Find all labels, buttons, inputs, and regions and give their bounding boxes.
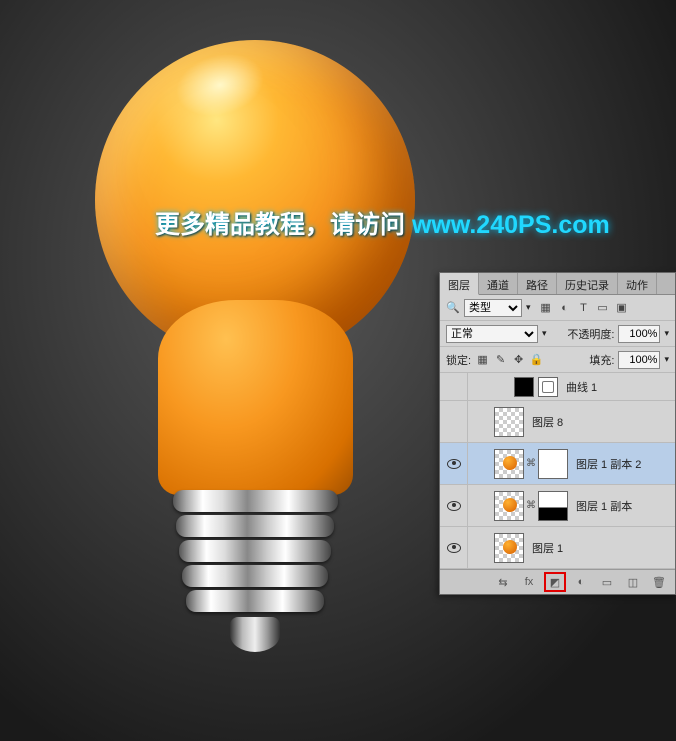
search-icon: 🔍 (446, 301, 460, 315)
visibility-toggle[interactable] (440, 373, 468, 400)
watermark-cn: 更多精品教程，请访问 (155, 211, 412, 239)
eye-icon (447, 543, 461, 553)
layer-mask-thumb[interactable] (538, 449, 568, 479)
layer-thumb[interactable] (494, 449, 524, 479)
filter-shape-icon[interactable]: ▭ (596, 301, 610, 315)
layer-name[interactable]: 曲线 1 (566, 379, 597, 395)
bulb-neck (158, 300, 353, 495)
filter-pixel-icon[interactable]: ▦ (539, 301, 553, 315)
bulb-screw-cap (173, 490, 338, 660)
layers-panel: 图层 通道 路径 历史记录 动作 🔍 类型 ▾ ▦ ◐ T ▭ ▣ 正常 (439, 272, 676, 595)
lock-all-icon[interactable]: 🔒 (529, 353, 544, 367)
tab-channels[interactable]: 通道 (479, 273, 518, 294)
add-mask-icon[interactable]: ◩ (547, 575, 563, 589)
stepper-icon[interactable]: ▾ (664, 354, 669, 365)
trash-icon[interactable]: 🗑 (651, 575, 667, 589)
visibility-toggle[interactable] (440, 485, 468, 526)
layer-row[interactable]: ⌘ 图层 1 副本 (440, 485, 675, 527)
lock-row: 锁定: ▦ ✎ ✥ 🔒 填充: ▾ (440, 347, 675, 373)
blend-row: 正常 ▾ 不透明度: ▾ (440, 321, 675, 347)
canvas: 更多精品教程，请访问 www.240PS.com 图层 通道 路径 历史记录 动… (0, 0, 676, 741)
fill-label: 填充: (589, 352, 614, 368)
filter-row: 🔍 类型 ▾ ▦ ◐ T ▭ ▣ (440, 295, 675, 321)
layer-thumb[interactable] (494, 407, 524, 437)
visibility-toggle[interactable] (440, 443, 468, 484)
filter-smart-icon[interactable]: ▣ (615, 301, 629, 315)
layer-mask-thumb[interactable] (514, 377, 534, 397)
layer-name[interactable]: 图层 1 副本 (576, 498, 632, 514)
panel-tabs: 图层 通道 路径 历史记录 动作 (440, 273, 675, 295)
eye-icon (447, 501, 461, 511)
opacity-label: 不透明度: (567, 326, 614, 342)
layer-name[interactable]: 图层 1 副本 2 (576, 456, 641, 472)
layers-list: 曲线 1 图层 8 ⌘ 图层 1 副本 2 ⌘ (440, 373, 675, 569)
fx-icon[interactable]: fx (521, 575, 537, 589)
link-icon[interactable]: ⌘ (526, 500, 536, 511)
lock-label: 锁定: (446, 352, 471, 368)
filter-type-icon[interactable]: T (577, 301, 591, 315)
lock-position-icon[interactable]: ✥ (511, 353, 526, 367)
group-icon[interactable]: ▭ (599, 575, 615, 589)
layer-name[interactable]: 图层 1 (532, 540, 563, 556)
lock-pixels-icon[interactable]: ✎ (493, 353, 508, 367)
watermark-url: www.240PS.com (412, 211, 610, 239)
tab-layers[interactable]: 图层 (440, 273, 479, 295)
watermark-text: 更多精品教程，请访问 www.240PS.com (155, 205, 610, 241)
visibility-toggle[interactable] (440, 527, 468, 568)
tab-history[interactable]: 历史记录 (557, 273, 618, 294)
layer-row[interactable]: 图层 1 (440, 527, 675, 569)
panel-footer: ⇆ fx ◩ ◐ ▭ ◫ 🗑 (440, 569, 675, 594)
fill-input[interactable] (618, 351, 660, 369)
eye-icon (447, 459, 461, 469)
lock-transparency-icon[interactable]: ▦ (475, 353, 490, 367)
tab-paths[interactable]: 路径 (518, 273, 557, 294)
visibility-toggle[interactable] (440, 401, 468, 442)
layer-mask-thumb[interactable] (538, 491, 568, 521)
link-icon[interactable]: ⌘ (526, 458, 536, 469)
layer-row[interactable]: 图层 8 (440, 401, 675, 443)
layer-row[interactable]: ⌘ 图层 1 副本 2 (440, 443, 675, 485)
new-layer-icon[interactable]: ◫ (625, 575, 641, 589)
dropdown-arrow-icon: ▾ (526, 302, 531, 313)
opacity-input[interactable] (618, 325, 660, 343)
blend-mode-select[interactable]: 正常 (446, 325, 538, 343)
layer-type-filter[interactable]: 类型 (464, 299, 522, 317)
filter-adjust-icon[interactable]: ◐ (558, 301, 572, 315)
link-layers-icon[interactable]: ⇆ (495, 575, 511, 589)
dropdown-arrow-icon: ▾ (542, 328, 547, 339)
curves-icon[interactable] (538, 377, 558, 397)
layer-name[interactable]: 图层 8 (532, 414, 563, 430)
stepper-icon[interactable]: ▾ (664, 328, 669, 339)
tab-actions[interactable]: 动作 (618, 273, 657, 294)
orange-lightbulb-artwork (95, 40, 415, 680)
layer-thumb[interactable] (494, 491, 524, 521)
adjustment-layer-icon[interactable]: ◐ (573, 575, 589, 589)
layer-row[interactable]: 曲线 1 (440, 373, 675, 401)
layer-thumb[interactable] (494, 533, 524, 563)
